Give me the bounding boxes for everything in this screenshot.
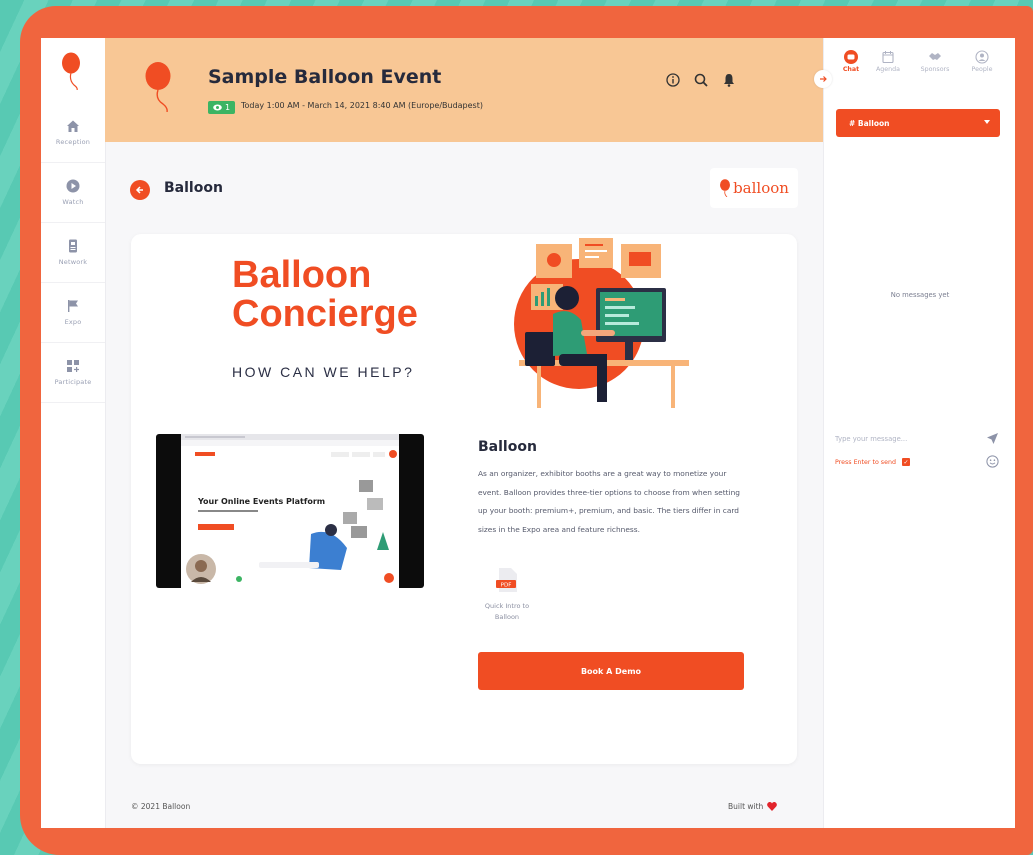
left-nav: Reception Watch Network Expo Participate xyxy=(41,38,106,828)
message-input[interactable] xyxy=(835,431,975,447)
booth-video[interactable]: Your Online Events Platform xyxy=(156,434,424,588)
balloon-logo-icon xyxy=(143,62,177,116)
exhibitor-description: As an organizer, exhibitor booths are a … xyxy=(478,469,740,534)
nav-item-expo[interactable]: Expo xyxy=(41,282,105,343)
header-icons xyxy=(665,72,737,88)
event-header: Sample Balloon Event 1 Today 1:00 AM - M… xyxy=(105,38,823,142)
built-with[interactable]: Built with xyxy=(728,802,778,811)
nav-item-participate[interactable]: Participate xyxy=(41,342,105,403)
pdf-file-item[interactable]: PDF Quick Intro to Balloon xyxy=(480,568,534,623)
nav-item-reception[interactable]: Reception xyxy=(41,102,105,163)
banner-title: Balloon Concierge xyxy=(232,256,418,334)
banner-title-line1: Balloon xyxy=(232,254,372,296)
tab-sponsors[interactable]: Sponsors xyxy=(913,50,957,73)
chat-panel: Chat Agenda Sponsors People # Balloon No… xyxy=(814,38,1015,828)
tab-agenda[interactable]: Agenda xyxy=(866,50,910,73)
back-button[interactable] xyxy=(130,180,150,200)
banner-subtitle: HOW CAN WE HELP? xyxy=(232,364,415,380)
booth-logo: balloon xyxy=(710,168,798,208)
arrow-right-icon xyxy=(820,76,827,82)
viewer-count: 1 xyxy=(225,103,231,112)
pdf-badge-text: PDF xyxy=(501,583,512,589)
exhibitor-name: Balloon xyxy=(478,439,537,455)
nav-item-network[interactable]: Network xyxy=(41,222,105,283)
home-icon xyxy=(67,120,79,132)
main-content: Balloon balloon Balloon Concierge HOW CA… xyxy=(105,142,823,828)
balloon-logo-icon xyxy=(720,179,731,197)
emoji-icon[interactable] xyxy=(986,455,999,468)
press-enter-label: Press Enter to send xyxy=(835,458,896,466)
pdf-caption: Quick Intro to Balloon xyxy=(480,601,534,623)
video-headline: Your Online Events Platform xyxy=(198,497,326,506)
app-window: Reception Watch Network Expo Participate… xyxy=(41,38,1015,828)
tab-label: Sponsors xyxy=(920,66,950,73)
info-icon[interactable] xyxy=(665,72,681,88)
pdf-caption-line2: Balloon xyxy=(494,613,520,621)
chevron-down-icon xyxy=(984,120,990,124)
send-icon[interactable] xyxy=(986,432,999,445)
concierge-illustration xyxy=(514,238,689,408)
nav-label: Network xyxy=(58,258,88,266)
balloon-logo-icon[interactable] xyxy=(59,52,85,94)
play-icon xyxy=(66,179,80,193)
viewer-count-badge: 1 xyxy=(208,101,236,114)
search-icon[interactable] xyxy=(693,72,709,88)
person-icon xyxy=(975,50,989,64)
badge-icon xyxy=(69,239,77,253)
tab-label: People xyxy=(971,66,993,73)
tab-people[interactable]: People xyxy=(960,50,1004,73)
footer: © 2021 Balloon Built with xyxy=(105,788,823,828)
channel-label: # Balloon xyxy=(849,118,890,128)
flag-icon xyxy=(68,300,78,312)
handshake-icon xyxy=(929,53,941,60)
nav-label: Watch xyxy=(62,198,84,206)
chat-icon xyxy=(844,50,858,64)
channel-select[interactable]: # Balloon xyxy=(836,109,1000,137)
calendar-icon xyxy=(882,51,894,64)
checkbox-checked-icon[interactable]: ✓ xyxy=(901,458,910,466)
pdf-file-icon: PDF xyxy=(496,568,517,592)
banner-title-line2: Concierge xyxy=(232,293,418,335)
empty-chat-message: No messages yet xyxy=(890,291,950,299)
copyright: © 2021 Balloon xyxy=(131,802,191,811)
built-with-label: Built with xyxy=(728,802,764,811)
booth-card: Balloon Concierge HOW CAN WE HELP? Your … xyxy=(131,234,797,764)
heart-icon xyxy=(767,802,778,811)
event-date: Today 1:00 AM - March 14, 2021 8:40 AM (… xyxy=(241,101,483,110)
event-title: Sample Balloon Event xyxy=(208,66,442,88)
pdf-caption-line1: Quick Intro to xyxy=(484,602,530,610)
bell-icon[interactable] xyxy=(721,72,737,88)
press-enter-toggle[interactable]: Press Enter to send ✓ xyxy=(835,458,910,466)
arrow-left-icon xyxy=(135,186,143,194)
booth-logo-text: balloon xyxy=(733,179,789,197)
nav-item-watch[interactable]: Watch xyxy=(41,162,105,223)
eye-icon xyxy=(213,104,222,111)
book-demo-button[interactable]: Book A Demo xyxy=(478,652,744,690)
nav-label: Reception xyxy=(55,138,91,146)
nav-label: Expo xyxy=(64,318,82,326)
booth-title: Balloon xyxy=(164,180,223,196)
tab-label: Agenda xyxy=(875,66,901,73)
nav-label: Participate xyxy=(54,378,92,386)
grid-plus-icon xyxy=(67,360,79,372)
presenter-avatar xyxy=(186,554,216,584)
